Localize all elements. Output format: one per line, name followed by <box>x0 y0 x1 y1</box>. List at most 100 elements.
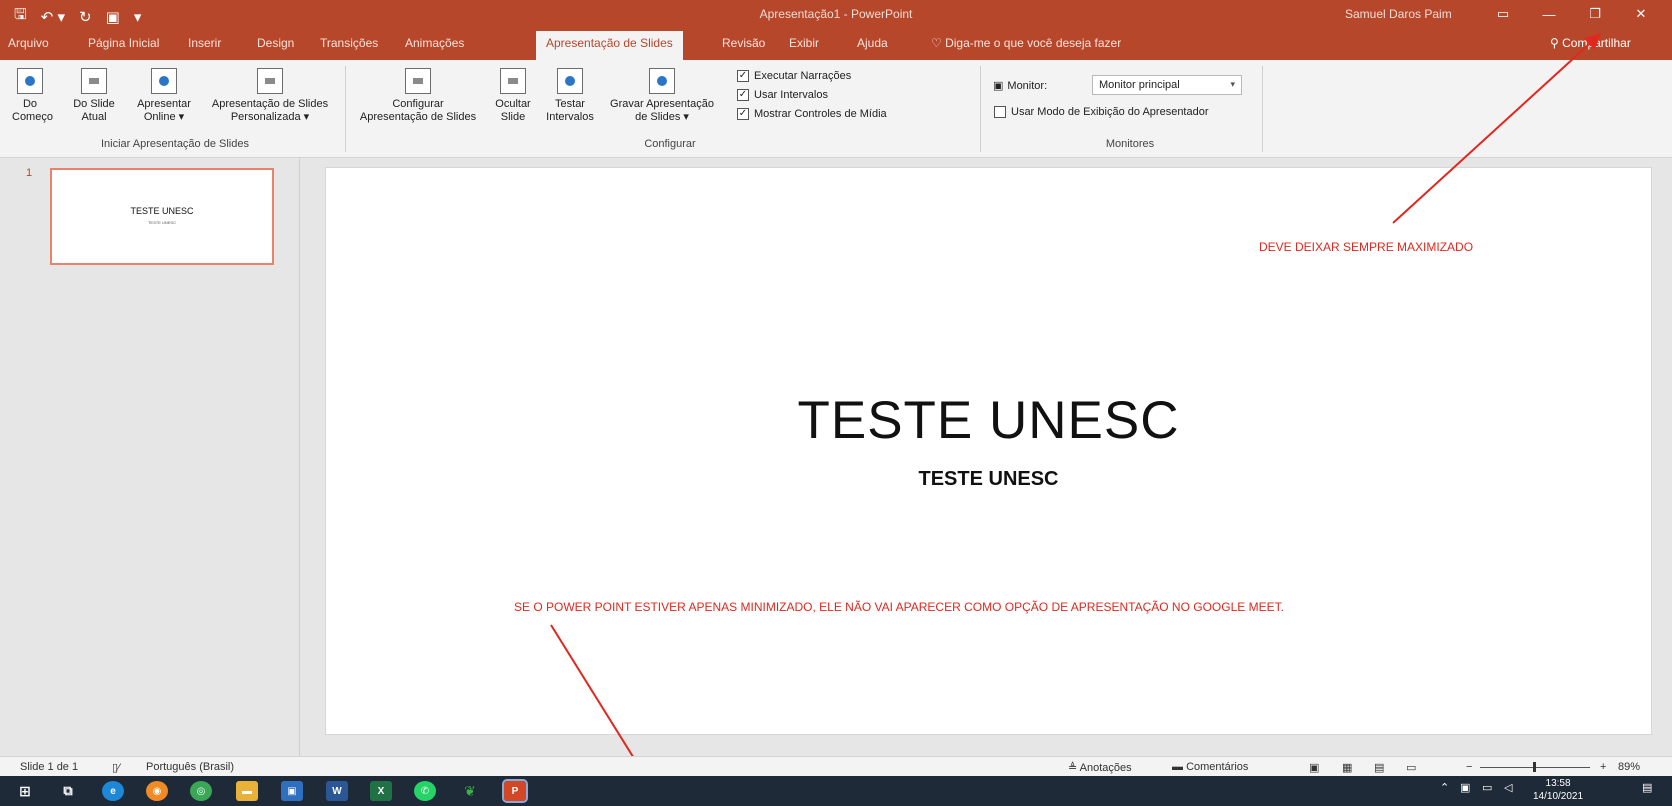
checkbox-usar-intervalos[interactable]: ✓ Usar Intervalos <box>737 89 828 101</box>
tab-arquivo[interactable]: Arquivo <box>8 36 49 50</box>
checkbox-checked-icon: ✓ <box>737 108 749 120</box>
tell-me-search[interactable]: ♡ Diga-me o que você deseja fazer <box>931 36 1121 50</box>
comments-button[interactable]: ▬ Comentários <box>1172 761 1248 773</box>
projector-icon <box>81 68 107 94</box>
powerpoint-window: 🖫 ↶ ▾ ↻ ▣ ▾ Apresentação1 - PowerPoint S… <box>0 0 1672 806</box>
slide-thumbnail[interactable]: TESTE UNESC TESTE UNESC <box>50 168 274 265</box>
tab-apresentacao-de-slides[interactable]: Apresentação de Slides <box>536 31 683 60</box>
normal-view-icon[interactable]: ▣ <box>1309 761 1319 774</box>
slide-canvas[interactable]: TESTE UNESC TESTE UNESC DEVE DEIXAR SEMP… <box>325 167 1652 735</box>
tab-ajuda[interactable]: Ajuda <box>857 36 888 50</box>
tab-animacoes[interactable]: Animações <box>405 36 464 50</box>
file-explorer-icon[interactable]: ▬ <box>236 781 258 801</box>
slideshow-view-icon[interactable]: ▭ <box>1406 761 1416 774</box>
tray-overflow-icon[interactable]: ⌃ <box>1440 781 1449 794</box>
restore-button[interactable]: ❐ <box>1572 0 1618 28</box>
whatsapp-icon[interactable]: ✆ <box>414 781 436 801</box>
comment-icon: ▬ <box>1172 761 1187 773</box>
checkbox-checked-icon: ✓ <box>737 70 749 82</box>
zoom-level[interactable]: 89% <box>1618 761 1640 773</box>
monitor-icon: ▣ <box>993 80 1004 92</box>
firefox-icon[interactable]: ◉ <box>146 781 168 801</box>
user-name[interactable]: Samuel Daros Paim <box>1345 7 1452 21</box>
window-controls: ▭ — ❐ ✕ <box>1480 0 1664 28</box>
checkbox-mostrar-controles-de-midia[interactable]: ✓ Mostrar Controles de Mídia <box>737 108 887 120</box>
slide-title[interactable]: TESTE UNESC <box>326 390 1651 451</box>
group-label-start: Iniciar Apresentação de Slides <box>101 138 249 150</box>
windows-taskbar: ⊞ ⧉ e ◉ ◎ ▬ ▣ W X ✆ ❦ P ⌃ ▣ ▭ ◁ 13:58 14… <box>0 776 1672 806</box>
slide-sorter-icon[interactable]: ▦ <box>1342 761 1352 774</box>
monitor-select[interactable]: Monitor principal ▾ <box>1092 75 1242 95</box>
thumbnail-title: TESTE UNESC <box>130 206 194 216</box>
stopwatch-icon <box>557 68 583 94</box>
tab-transicoes[interactable]: Transições <box>320 36 378 50</box>
notes-button[interactable]: ≜ Anotações <box>1068 761 1132 774</box>
tab-revisao[interactable]: Revisão <box>722 36 765 50</box>
network-icon[interactable]: ▭ <box>1482 781 1492 794</box>
hide-slide-icon <box>500 68 526 94</box>
reading-view-icon[interactable]: ▤ <box>1374 761 1384 774</box>
volume-icon[interactable]: ◁ <box>1504 781 1512 794</box>
checkbox-executar-narracoes[interactable]: ✓ Executar Narrações <box>737 70 851 82</box>
windows-start-icon[interactable]: ⊞ <box>14 781 36 801</box>
custom-slideshow-button[interactable]: Apresentação de Slides Personalizada ▾ <box>200 68 340 124</box>
present-online-icon <box>151 68 177 94</box>
setup-show-icon <box>405 68 431 94</box>
tab-exibir[interactable]: Exibir <box>789 36 819 50</box>
tab-inserir[interactable]: Inserir <box>188 36 221 50</box>
powerpoint-taskbar-icon[interactable]: P <box>502 779 528 803</box>
rehearse-timings-button[interactable]: Testar Intervalos <box>544 68 596 124</box>
group-separator <box>980 66 981 152</box>
close-button[interactable]: ✕ <box>1618 0 1664 28</box>
share-button[interactable]: ⚲ Compartilhar <box>1550 36 1631 50</box>
minimize-button[interactable]: — <box>1526 0 1572 28</box>
status-bar: Slide 1 de 1 ▯⁄ Português (Brasil) ≜ Ano… <box>0 756 1672 776</box>
app-leaf-icon[interactable]: ❦ <box>459 781 481 801</box>
excel-icon[interactable]: X <box>370 781 392 801</box>
thumbnail-subtitle: TESTE UNESC <box>147 220 176 225</box>
from-current-slide-button[interactable]: Do Slide Atual <box>68 68 120 124</box>
zoom-in-button[interactable]: + <box>1600 761 1606 773</box>
lightbulb-icon: ♡ <box>931 36 946 50</box>
checkbox-unchecked-icon <box>994 106 1006 118</box>
annotation-minimize-note: SE O POWER POINT ESTIVER APENAS MINIMIZA… <box>514 600 1284 614</box>
hide-slide-button[interactable]: Ocultar Slide <box>490 68 536 124</box>
person-icon: ⚲ <box>1550 36 1563 50</box>
task-view-icon[interactable]: ⧉ <box>57 781 79 801</box>
thumbnail-number: 1 <box>26 167 33 179</box>
group-separator <box>345 66 346 152</box>
notifications-icon[interactable]: ▤ <box>1642 781 1652 794</box>
language-indicator[interactable]: Português (Brasil) <box>146 761 234 773</box>
monitor-label: ▣ Monitor: <box>993 79 1048 93</box>
play-from-start-icon <box>17 68 43 94</box>
annotation-maximize-note: DEVE DEIXAR SEMPRE MAXIMIZADO <box>1259 240 1474 254</box>
zoom-out-button[interactable]: − <box>1466 761 1472 773</box>
slide-subtitle[interactable]: TESTE UNESC <box>326 468 1651 491</box>
ribbon-display-options-icon[interactable]: ▭ <box>1480 0 1526 28</box>
group-label-setup: Configurar <box>644 138 696 150</box>
tab-pagina-inicial[interactable]: Página Inicial <box>88 36 159 50</box>
edge-icon[interactable]: e <box>102 781 124 801</box>
chevron-down-icon: ▾ <box>1230 79 1235 89</box>
ribbon: Do Começo Do Slide Atual Apresentar Onli… <box>0 60 1672 158</box>
custom-show-icon <box>257 68 283 94</box>
checkbox-presenter-view[interactable]: Usar Modo de Exibição do Apresentador <box>994 106 1209 118</box>
spellcheck-icon[interactable]: ▯⁄ <box>112 761 120 774</box>
tab-design[interactable]: Design <box>257 36 294 50</box>
record-icon <box>649 68 675 94</box>
slide-counter: Slide 1 de 1 <box>20 761 79 773</box>
slide-thumbnail-panel: 1 TESTE UNESC TESTE UNESC <box>0 158 300 756</box>
setup-slideshow-button[interactable]: Configurar Apresentação de Slides <box>350 68 486 124</box>
present-online-button[interactable]: Apresentar Online ▾ <box>128 68 200 124</box>
tray-app-icon[interactable]: ▣ <box>1460 781 1470 794</box>
zoom-slider-thumb[interactable] <box>1533 762 1536 772</box>
group-separator <box>1262 66 1263 152</box>
chrome-icon[interactable]: ◎ <box>190 781 212 801</box>
record-slideshow-button[interactable]: Gravar Apresentação de Slides ▾ <box>602 68 722 124</box>
word-icon[interactable]: W <box>326 781 348 801</box>
from-beginning-button[interactable]: Do Começo <box>12 68 53 124</box>
clock[interactable]: 13:58 14/10/2021 <box>1533 777 1583 803</box>
app-icon[interactable]: ▣ <box>281 781 303 801</box>
group-label-monitors: Monitores <box>1105 138 1155 150</box>
title-bar: 🖫 ↶ ▾ ↻ ▣ ▾ Apresentação1 - PowerPoint S… <box>0 0 1672 28</box>
